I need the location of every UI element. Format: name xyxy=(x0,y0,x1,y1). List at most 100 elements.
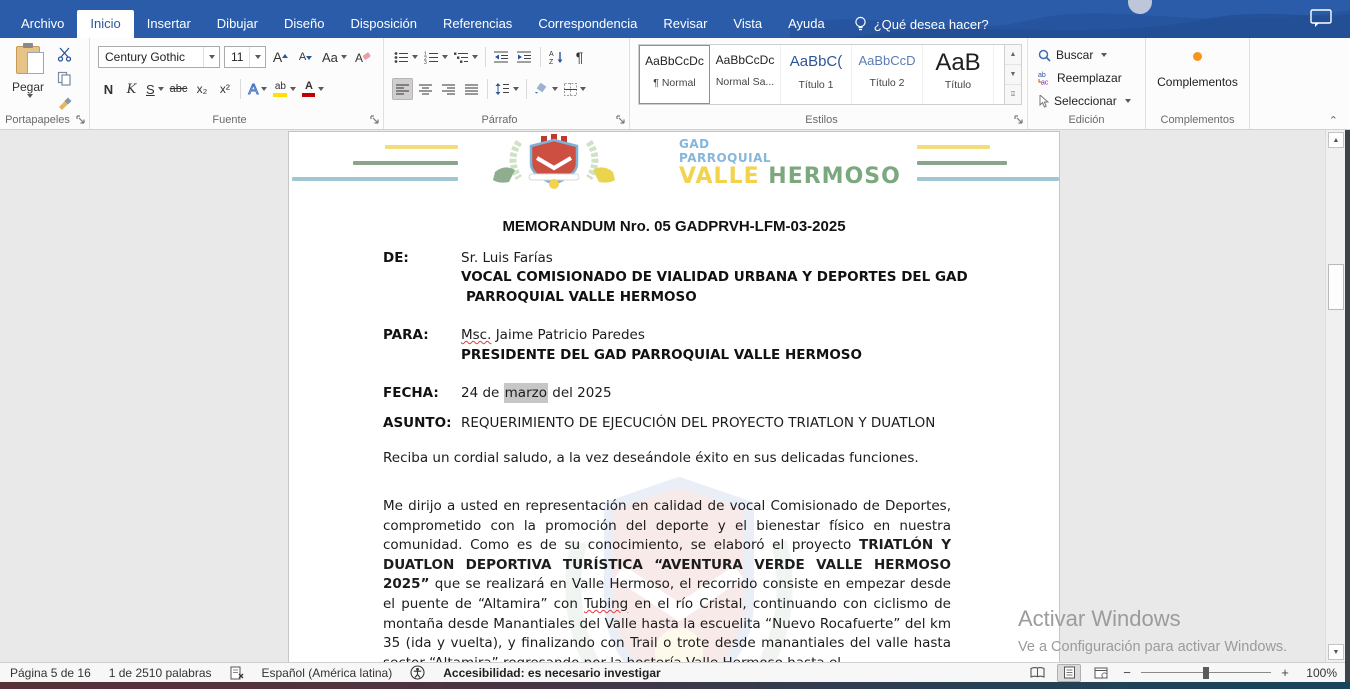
tab-inicio[interactable]: Inicio xyxy=(77,10,133,38)
accessibility-status[interactable]: Accesibilidad: es necesario investigar xyxy=(443,666,660,680)
proofing-icon[interactable] xyxy=(230,666,244,680)
zoom-in-button[interactable]: + xyxy=(1279,665,1291,680)
styles-more-button[interactable]: ⍗ xyxy=(1005,85,1021,104)
tab-disposicion[interactable]: Disposición xyxy=(337,10,429,38)
align-left-button[interactable] xyxy=(392,78,413,100)
zoom-level[interactable]: 100% xyxy=(1299,666,1337,680)
de-label: DE: xyxy=(383,250,409,266)
line-spacing-button[interactable] xyxy=(493,78,521,100)
tab-archivo[interactable]: Archivo xyxy=(8,10,77,38)
strikethrough-button[interactable]: abc xyxy=(168,78,190,100)
tab-correspondencia[interactable]: Correspondencia xyxy=(525,10,650,38)
paste-dropdown-arrow[interactable] xyxy=(27,94,33,98)
svg-text:ab: ab xyxy=(1038,72,1046,79)
superscript-button[interactable]: x² xyxy=(214,78,235,100)
borders-button[interactable] xyxy=(562,78,588,100)
addins-button[interactable]: Complementos xyxy=(1146,46,1249,89)
clear-formatting-button[interactable]: A xyxy=(353,46,374,68)
tab-dibujar[interactable]: Dibujar xyxy=(204,10,271,38)
font-color-button[interactable]: A xyxy=(300,78,326,100)
scrollbar-thumb[interactable] xyxy=(1328,264,1344,310)
style-no-spacing[interactable]: AaBbCcDc Normal Sa... xyxy=(710,45,781,104)
change-case-button[interactable]: Aa xyxy=(320,46,349,68)
para-label: PARA: xyxy=(383,327,429,343)
copy-icon xyxy=(57,71,72,86)
web-layout-button[interactable] xyxy=(1089,664,1113,682)
document-page[interactable]: GAD PARROQUIAL VALLE HERMOSO MEMORANDUM … xyxy=(288,131,1060,662)
zoom-slider[interactable] xyxy=(1141,666,1271,680)
tell-me-search[interactable]: ¿Qué desea hacer? xyxy=(854,10,989,38)
align-left-icon xyxy=(396,84,410,95)
text-highlight-button[interactable]: ab xyxy=(271,78,298,100)
selected-word: marzo xyxy=(504,383,548,403)
font-dialog-launcher-icon[interactable] xyxy=(370,115,380,125)
comments-icon[interactable] xyxy=(1310,9,1332,27)
multilevel-list-button[interactable] xyxy=(452,46,480,68)
cut-button[interactable] xyxy=(52,44,76,65)
page-indicator[interactable]: Página 5 de 16 xyxy=(10,666,91,680)
align-right-button[interactable] xyxy=(438,78,459,100)
de-role-line2: PARROQUIAL VALLE HERMOSO xyxy=(466,289,697,305)
tab-vista[interactable]: Vista xyxy=(720,10,775,38)
addin-dot-icon xyxy=(1193,52,1202,61)
copy-button[interactable] xyxy=(52,68,76,89)
header-line-blue-right xyxy=(917,177,1059,181)
accessibility-icon[interactable] xyxy=(410,665,425,680)
underline-button[interactable]: S xyxy=(144,78,166,100)
style-heading1[interactable]: AaBbC( Título 1 xyxy=(781,45,852,104)
justify-button[interactable] xyxy=(461,78,482,100)
replace-button[interactable]: abac Reemplazar xyxy=(1034,67,1126,89)
paste-button[interactable]: Pegar xyxy=(8,44,48,116)
clipboard-dialog-launcher-icon[interactable] xyxy=(76,115,86,125)
collapse-ribbon-chevron[interactable]: ⌃ xyxy=(1329,114,1338,127)
italic-button[interactable]: K xyxy=(121,78,142,100)
style-title[interactable]: AaB Título xyxy=(923,45,994,104)
tab-revisar[interactable]: Revisar xyxy=(650,10,720,38)
bullet-list-button[interactable] xyxy=(392,46,420,68)
read-mode-icon xyxy=(1030,667,1045,678)
font-size-combo[interactable]: 11 xyxy=(224,46,266,68)
style-normal[interactable]: AaBbCcDc ¶ Normal xyxy=(639,45,710,104)
scroll-down-button[interactable]: ▼ xyxy=(1328,644,1344,660)
bold-button[interactable]: N xyxy=(98,78,119,100)
styles-scroll-down[interactable]: ▼ xyxy=(1005,65,1021,85)
language-indicator[interactable]: Español (América latina) xyxy=(262,666,393,680)
show-marks-button[interactable]: ¶ xyxy=(569,46,590,68)
find-button[interactable]: Buscar xyxy=(1034,44,1111,66)
shrink-font-button[interactable]: A xyxy=(295,46,316,68)
paste-icon xyxy=(16,46,40,74)
styles-scroll-up[interactable]: ▲ xyxy=(1005,45,1021,65)
font-size-value: 11 xyxy=(231,50,243,64)
scroll-up-button[interactable]: ▲ xyxy=(1328,132,1344,148)
zoom-slider-thumb[interactable] xyxy=(1203,667,1209,679)
numbered-list-button[interactable]: 123 xyxy=(422,46,450,68)
tab-referencias[interactable]: Referencias xyxy=(430,10,525,38)
font-name-combo[interactable]: Century Gothic xyxy=(98,46,220,68)
word-count[interactable]: 1 de 2510 palabras xyxy=(109,666,212,680)
tab-ayuda[interactable]: Ayuda xyxy=(775,10,838,38)
subscript-button[interactable]: x₂ xyxy=(191,78,212,100)
decrease-indent-button[interactable] xyxy=(491,46,512,68)
read-mode-button[interactable] xyxy=(1025,664,1049,682)
align-center-button[interactable] xyxy=(415,78,436,100)
style-heading2[interactable]: AaBbCcD Título 2 xyxy=(852,45,923,104)
vertical-scrollbar[interactable]: ▲ ▼ xyxy=(1325,130,1345,662)
styles-dialog-launcher-icon[interactable] xyxy=(1014,115,1024,125)
tab-insertar[interactable]: Insertar xyxy=(134,10,204,38)
paragraph-dialog-launcher-icon[interactable] xyxy=(616,115,626,125)
paste-label: Pegar xyxy=(12,80,44,94)
tab-diseno[interactable]: Diseño xyxy=(271,10,337,38)
shading-button[interactable] xyxy=(532,78,560,100)
grow-font-button[interactable]: A xyxy=(270,46,291,68)
justify-icon xyxy=(465,84,479,95)
text-effects-button[interactable]: A xyxy=(246,78,269,100)
font-color-icon: A xyxy=(302,81,315,97)
svg-text:3: 3 xyxy=(424,60,427,64)
format-painter-button[interactable] xyxy=(52,92,76,113)
body-paragraph[interactable]: Me dirijo a usted en representación en c… xyxy=(383,497,951,662)
print-layout-button[interactable] xyxy=(1057,664,1081,682)
increase-indent-button[interactable] xyxy=(514,46,535,68)
zoom-out-button[interactable]: − xyxy=(1121,665,1133,680)
select-button[interactable]: Seleccionar xyxy=(1034,90,1135,112)
sort-button[interactable]: AZ xyxy=(546,46,567,68)
